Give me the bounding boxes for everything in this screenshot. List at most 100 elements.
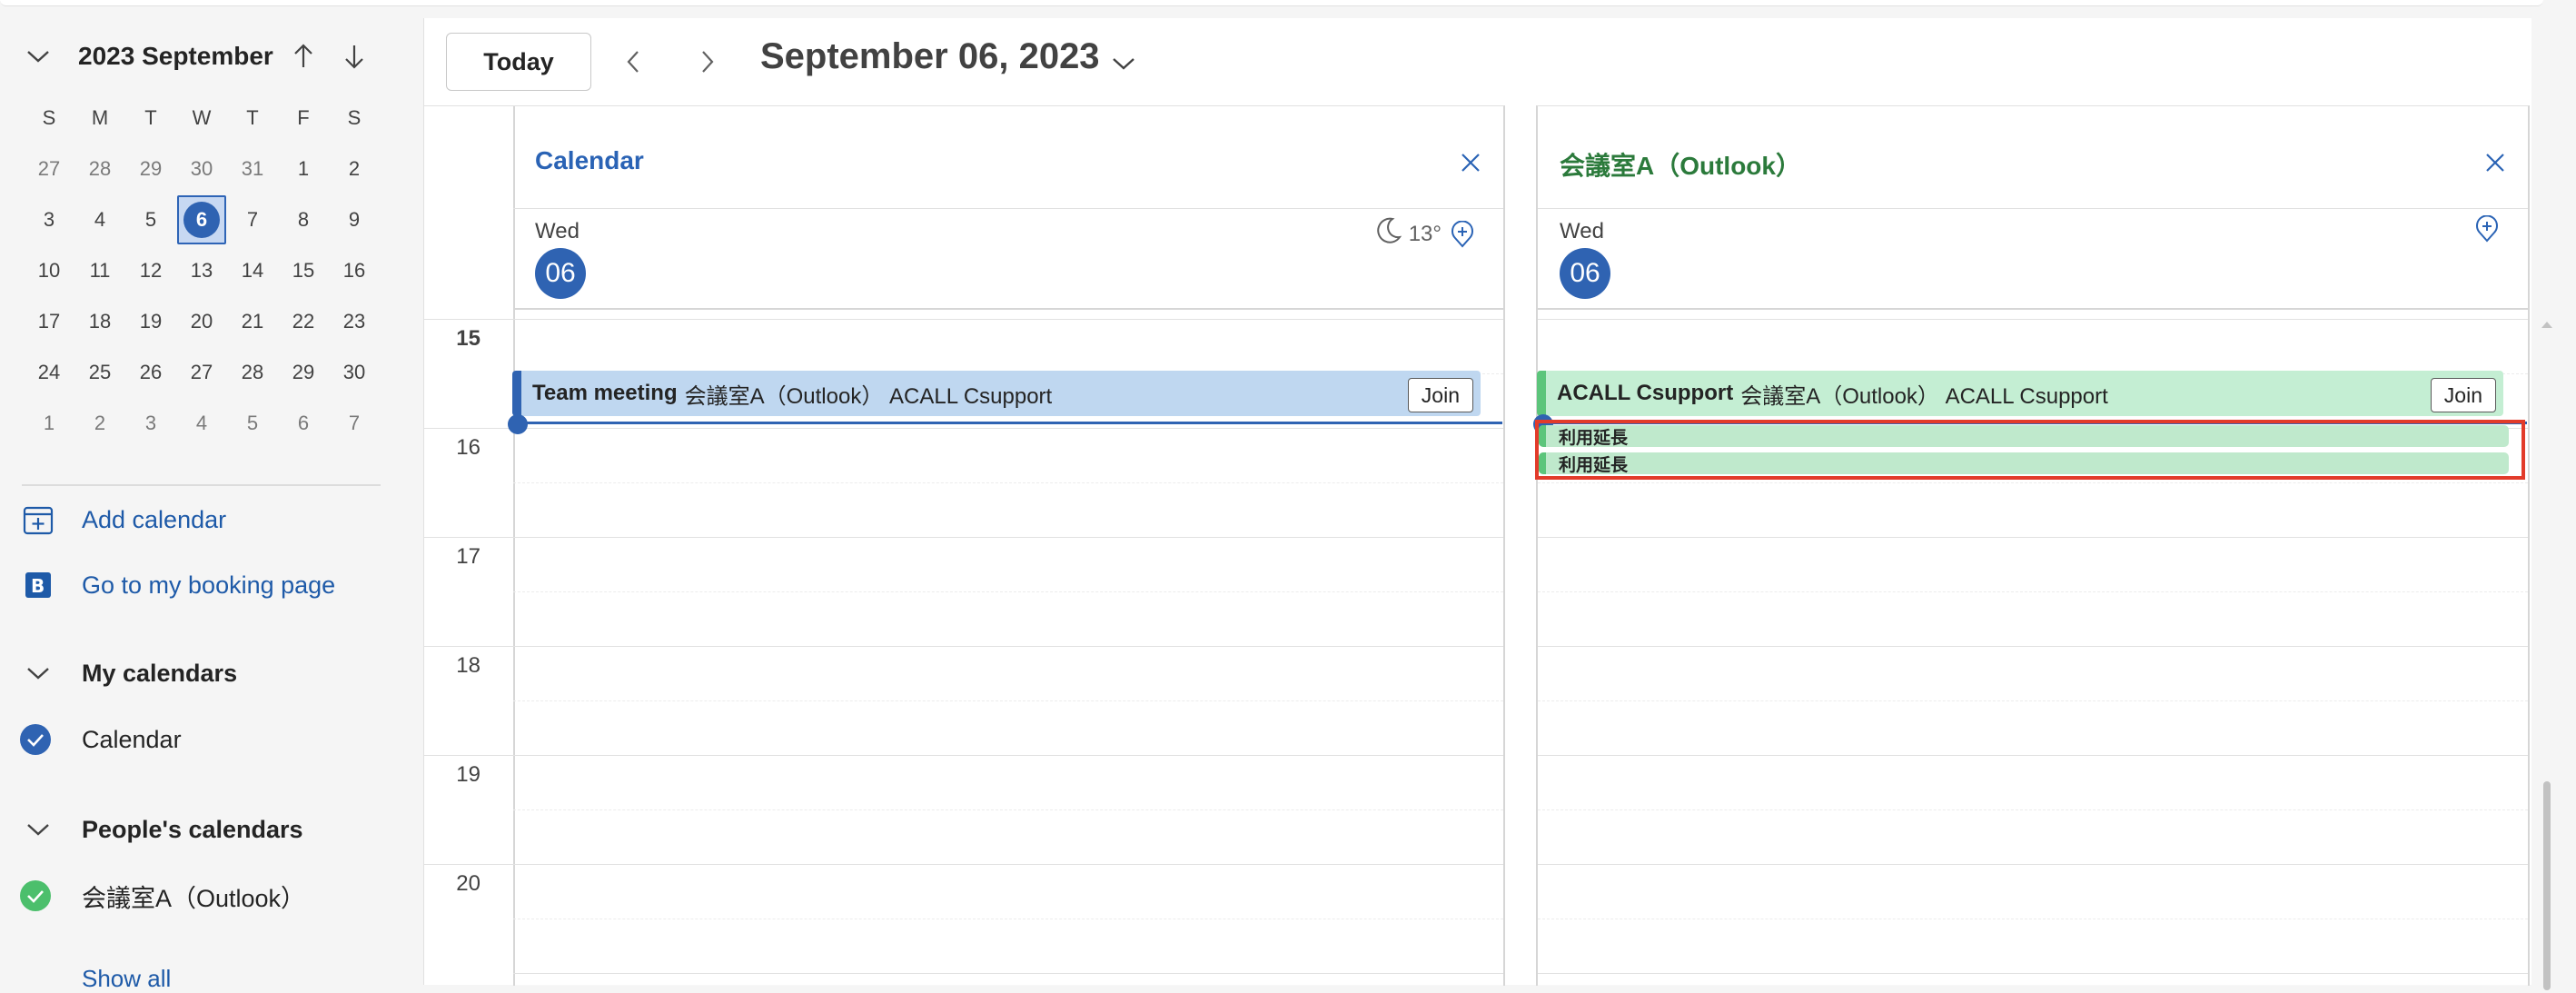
weekday-header: W <box>192 106 212 129</box>
next-day-chevron-right-icon[interactable] <box>688 42 728 82</box>
mini-calendar-day[interactable]: 22 <box>278 296 329 347</box>
calendar-checkmark-icon[interactable] <box>20 724 51 755</box>
mini-calendar-day[interactable]: 11 <box>74 245 125 296</box>
booking-page-link[interactable]: B Go to my booking page <box>20 563 335 607</box>
mini-calendar-day[interactable]: 5 <box>227 398 278 449</box>
peoples-calendars-section: People's calendars <box>20 808 303 851</box>
mini-calendar-day[interactable]: 28 <box>227 347 278 398</box>
my-calendars-chevron-down-icon[interactable] <box>20 666 56 680</box>
mini-calendar-day[interactable]: 12 <box>125 245 176 296</box>
event-color-bar <box>512 371 521 416</box>
mini-calendar-day[interactable]: 2 <box>74 398 125 449</box>
mini-calendar-day[interactable]: 7 <box>227 194 278 245</box>
weekday-header: T <box>246 106 259 129</box>
close-calendar-column-close-icon[interactable] <box>1454 146 1487 179</box>
mini-calendar-day[interactable]: 27 <box>24 144 74 194</box>
previous-month-arrow-up-icon[interactable] <box>285 38 322 74</box>
mini-calendar-day[interactable]: 29 <box>278 347 329 398</box>
day-number-label: 9 <box>348 208 361 231</box>
day-number[interactable]: 06 <box>535 248 586 299</box>
mini-calendar-day[interactable]: 26 <box>125 347 176 398</box>
day-number-label: 17 <box>37 310 61 333</box>
event-team-meeting[interactable]: Team meeting 会議室A（Outlook） ACALL Csuppor… <box>512 371 1481 416</box>
peoples-calendars-chevron-down-icon[interactable] <box>20 822 56 837</box>
weekday-header: M <box>91 106 109 129</box>
show-all-link[interactable]: Show all <box>82 965 171 993</box>
day-number-label: 20 <box>190 310 213 333</box>
weather-info: 13° <box>1372 215 1476 253</box>
mini-calendar-day[interactable]: 4 <box>74 194 125 245</box>
mini-calendar-day[interactable]: 25 <box>74 347 125 398</box>
mini-calendar-day[interactable]: 4 <box>176 398 227 449</box>
hour-gridline <box>1538 973 2528 974</box>
my-calendar-item[interactable]: Calendar <box>20 718 182 761</box>
mini-calendar-day[interactable]: 8 <box>278 194 329 245</box>
vertical-scrollbar[interactable] <box>2540 318 2554 990</box>
room-day-header: Wed 06 <box>1538 208 2528 310</box>
mini-calendar-day[interactable]: 3 <box>125 398 176 449</box>
mini-calendar-day[interactable]: 7 <box>329 398 380 449</box>
add-event-plus-icon[interactable] <box>2473 215 2501 243</box>
room-calendar-checkmark-icon[interactable] <box>20 880 51 911</box>
scrollbar-thumb[interactable] <box>2543 781 2551 990</box>
mini-calendar-day[interactable]: 24 <box>24 347 74 398</box>
mini-calendar-day[interactable]: 18 <box>74 296 125 347</box>
today-button[interactable]: Today <box>446 33 591 91</box>
mini-calendar-day[interactable]: 17 <box>24 296 74 347</box>
time-gutter: 15 16 17 18 19 20 <box>424 105 515 986</box>
add-calendar-link[interactable]: Add calendar <box>20 498 226 541</box>
event-acall-csupport[interactable]: ACALL Csupport 会議室A（Outlook） ACALL Csupp… <box>1537 371 2503 416</box>
mini-calendar-day[interactable]: 5 <box>125 194 176 245</box>
people-calendar-item[interactable]: 会議室A（Outlook） <box>20 874 305 918</box>
mini-calendar-day[interactable]: 19 <box>125 296 176 347</box>
hour-gridline <box>513 537 1503 538</box>
moon-icon <box>1372 215 1403 253</box>
mini-calendar-day[interactable]: 30 <box>176 144 227 194</box>
mini-calendar-day[interactable]: 9 <box>329 194 380 245</box>
date-picker-chevron-down-icon[interactable] <box>1104 44 1144 84</box>
weekday-header: S <box>347 106 362 129</box>
half-hour-gridline <box>513 700 1503 701</box>
mini-calendar-day[interactable]: 6 <box>278 398 329 449</box>
mini-calendar-day[interactable]: 23 <box>329 296 380 347</box>
mini-calendar-day[interactable]: 14 <box>227 245 278 296</box>
half-hour-gridline <box>513 591 1503 592</box>
scroll-up-arrow-icon[interactable] <box>2540 318 2554 331</box>
room-calendar-column: 会議室A（Outlook） Wed 06 <box>1536 105 2530 986</box>
hour-gridline <box>513 755 1503 756</box>
mini-calendar-day[interactable]: 30 <box>329 347 380 398</box>
mini-calendar-day[interactable]: 13 <box>176 245 227 296</box>
mini-calendar-day[interactable]: 16 <box>329 245 380 296</box>
collapse-mini-calendar-chevron-icon[interactable] <box>20 38 56 74</box>
mini-calendar-day[interactable]: 21 <box>227 296 278 347</box>
day-number[interactable]: 06 <box>1560 248 1610 299</box>
mini-calendar-day[interactable]: 10 <box>24 245 74 296</box>
day-number-label: 21 <box>241 310 264 333</box>
mini-calendar-day[interactable]: 2 <box>329 144 380 194</box>
mini-calendar-day-selected[interactable]: 6 <box>176 194 227 245</box>
current-date-title[interactable]: September 06, 2023 <box>760 36 1100 77</box>
mini-calendar-day[interactable]: 20 <box>176 296 227 347</box>
day-number-label: 6 <box>195 208 208 231</box>
mini-calendar-day[interactable]: 27 <box>176 347 227 398</box>
join-button[interactable]: Join <box>2430 378 2496 412</box>
mini-calendar-day[interactable]: 1 <box>24 398 74 449</box>
day-number-label: 27 <box>190 361 213 383</box>
mini-calendar-day[interactable]: 29 <box>125 144 176 194</box>
event-title: ACALL Csupport <box>1557 381 1734 405</box>
hour-gridline <box>1538 864 2528 865</box>
weekday-header: F <box>297 106 310 129</box>
join-button[interactable]: Join <box>1407 378 1473 412</box>
mini-calendar-day[interactable]: 3 <box>24 194 74 245</box>
mini-calendar-day[interactable]: 1 <box>278 144 329 194</box>
close-room-column-close-icon[interactable] <box>2479 146 2512 179</box>
mini-calendar-day[interactable]: 28 <box>74 144 125 194</box>
previous-day-chevron-left-icon[interactable] <box>613 42 653 82</box>
event-location: 会議室A（Outlook） ACALL Csupport <box>1740 383 2108 409</box>
mini-calendar-day[interactable]: 15 <box>278 245 329 296</box>
next-month-arrow-down-icon[interactable] <box>336 38 372 74</box>
weekday-label: Wed <box>1560 219 1604 243</box>
add-event-plus-icon[interactable] <box>1449 220 1476 248</box>
event-title: Team meeting <box>532 381 678 405</box>
mini-calendar-day[interactable]: 31 <box>227 144 278 194</box>
